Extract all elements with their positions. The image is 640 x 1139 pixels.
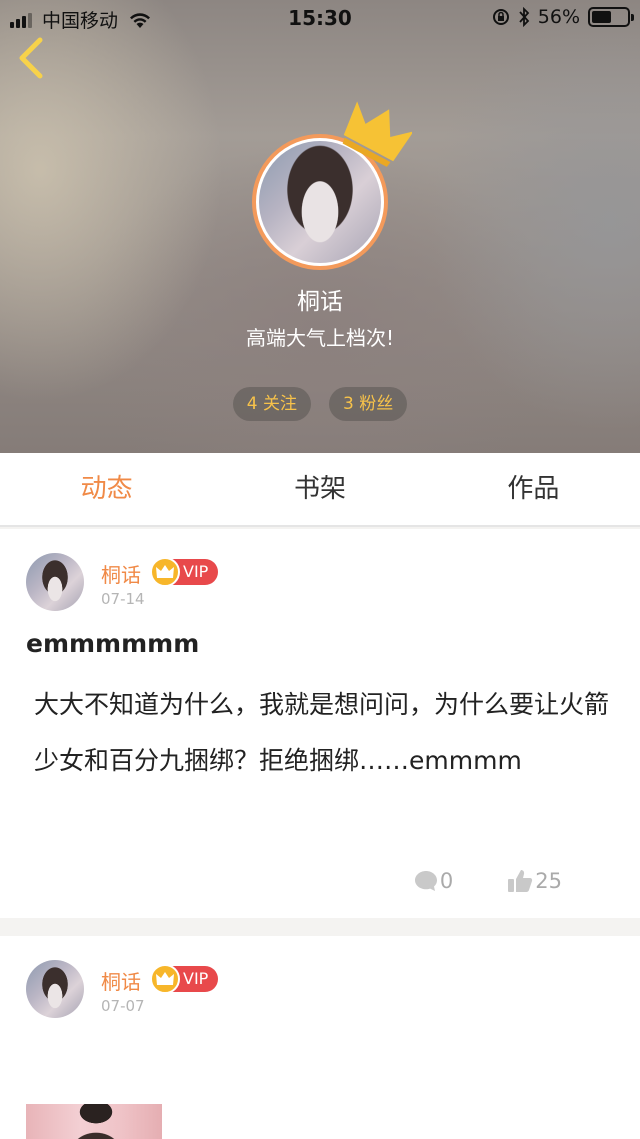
- post-body: 大大不知道为什么，我就是想问问，为什么要让火箭少女和百分九捆绑？拒绝捆绑……em…: [34, 690, 610, 775]
- back-arrow-icon[interactable]: [14, 36, 50, 80]
- tab-activity[interactable]: 动态: [0, 453, 213, 525]
- vip-crown-icon: [150, 557, 180, 587]
- following-count-button[interactable]: 4 关注: [232, 387, 311, 421]
- profile-bio: 高端大气上档次!: [245, 326, 395, 350]
- profile-header: 中国移动 15:30 56% 桐话 高端大气上档次! 4 关注 3 粉丝: [0, 0, 640, 453]
- bluetooth-icon: [519, 7, 530, 27]
- vip-badge: VIP: [150, 964, 218, 994]
- vip-label: VIP: [183, 969, 209, 988]
- followers-count-button[interactable]: 3 粉丝: [329, 387, 408, 421]
- rotation-lock-icon: [492, 9, 509, 25]
- comment-button[interactable]: 0: [414, 869, 453, 893]
- battery-fill: [592, 11, 612, 23]
- status-right: 56%: [484, 6, 634, 28]
- tab-bookshelf[interactable]: 书架: [213, 453, 426, 525]
- post-actions: 0 25: [414, 869, 562, 893]
- post-title: emmmmmm: [26, 629, 200, 658]
- status-bar: 中国移动 15:30 56%: [0, 0, 640, 36]
- comment-icon: [414, 871, 437, 891]
- profile-username: 桐话: [297, 289, 343, 315]
- profile-stats: 4 关注 3 粉丝: [0, 387, 640, 421]
- like-button[interactable]: 25: [507, 869, 562, 893]
- crown-icon: [342, 101, 412, 167]
- post-image[interactable]: [26, 1104, 162, 1139]
- vip-badge: VIP: [150, 557, 218, 587]
- tab-works[interactable]: 作品: [427, 453, 640, 525]
- feed-post[interactable]: 桐话 VIP 07-14 emmmmmm 大大不知道为什么，我就是想问问，为什么…: [0, 529, 640, 918]
- avatar[interactable]: [26, 553, 84, 611]
- avatar[interactable]: [26, 960, 84, 1018]
- battery-icon: [588, 7, 634, 27]
- battery-percent: 56%: [537, 6, 580, 28]
- vip-crown-icon: [150, 964, 180, 994]
- feed-post[interactable]: 桐话 VIP 07-07: [0, 936, 640, 1139]
- comment-count: 0: [439, 869, 454, 893]
- like-count: 25: [535, 869, 562, 893]
- post-date: 07-14: [101, 590, 145, 608]
- vip-label: VIP: [183, 562, 209, 581]
- post-date: 07-07: [101, 997, 145, 1015]
- post-username[interactable]: 桐话: [101, 559, 141, 588]
- profile-tabs: 动态 书架 作品: [0, 453, 640, 527]
- post-username[interactable]: 桐话: [101, 966, 141, 995]
- thumbs-up-icon: [508, 870, 533, 892]
